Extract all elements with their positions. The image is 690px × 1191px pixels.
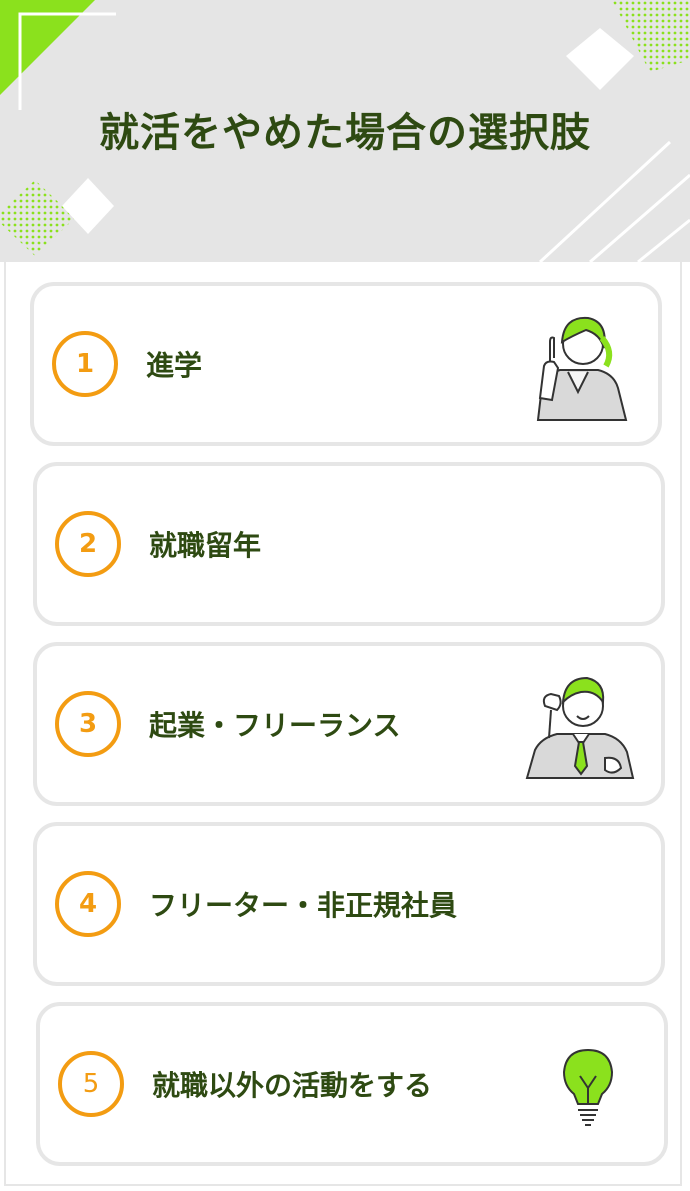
option-card-2: 2 就職留年 bbox=[33, 462, 665, 626]
option-card-4: 4 フリーター・非正規社員 bbox=[33, 822, 665, 986]
pointing-woman-icon bbox=[536, 316, 628, 421]
option-card-3: 3 起業・フリーランス bbox=[33, 642, 665, 806]
header-banner: 就活をやめた場合の選択肢 bbox=[0, 0, 690, 262]
option-label-5: 就職以外の活動をする bbox=[152, 1069, 433, 1102]
option-number-1: 1 bbox=[52, 331, 118, 397]
option-card-5: 5 就職以外の活動をする bbox=[36, 1002, 668, 1166]
option-number-2: 2 bbox=[55, 511, 121, 577]
light-bulb-icon bbox=[562, 1048, 614, 1126]
option-number-3: 3 bbox=[55, 691, 121, 757]
option-card-1: 1 進学 bbox=[30, 282, 662, 446]
page-title: 就活をやめた場合の選択肢 bbox=[99, 110, 591, 156]
cheering-man-icon bbox=[525, 676, 635, 779]
option-number-5: 5 bbox=[58, 1051, 124, 1117]
option-label-4: フリーター・非正規社員 bbox=[149, 889, 458, 922]
option-label-2: 就職留年 bbox=[149, 529, 262, 562]
option-number-4: 4 bbox=[55, 871, 121, 937]
option-label-1: 進学 bbox=[146, 349, 203, 382]
option-label-3: 起業・フリーランス bbox=[149, 709, 401, 742]
